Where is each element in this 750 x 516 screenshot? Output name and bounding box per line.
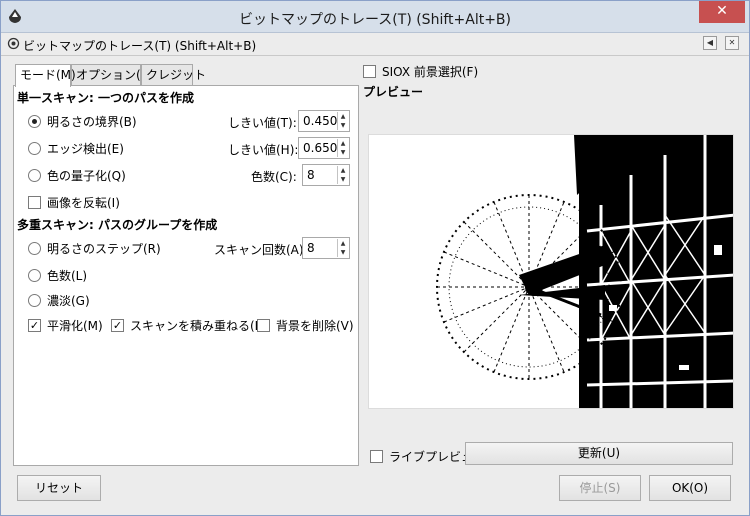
stack-checkbox[interactable]: ✓ xyxy=(111,319,124,332)
tab-mode[interactable]: モード(M) xyxy=(15,64,76,87)
invert-image-option[interactable]: 画像を反転(I) xyxy=(28,194,120,211)
stack-label: スキャンを積み重ねる(K) xyxy=(130,319,268,333)
quantize-radio[interactable] xyxy=(28,169,41,182)
spin-up-icon[interactable]: ▲ xyxy=(338,239,348,248)
preview-title: プレビュー xyxy=(363,85,424,99)
multi-scan-header: 多重スキャン: パスのグループを作成 xyxy=(17,218,218,232)
title-bar: ビットマップのトレース(T) (Shift+Alt+B) ✕ xyxy=(1,1,749,33)
stack-option[interactable]: ✓ スキャンを積み重ねる(K) xyxy=(111,317,267,334)
brightness-steps-option[interactable]: 明るさのステップ(R) xyxy=(28,240,161,257)
remove-background-option[interactable]: 背景を削除(V) xyxy=(257,317,354,334)
spin-down-icon[interactable]: ▼ xyxy=(338,248,348,257)
edge-threshold-value: 0.650 xyxy=(303,141,338,155)
live-preview-checkbox[interactable] xyxy=(370,450,383,463)
edge-threshold-spinner[interactable]: 0.650 ▲ ▼ xyxy=(298,137,350,159)
tab-credits[interactable]: クレジット xyxy=(141,64,206,86)
siox-checkbox[interactable] xyxy=(363,65,376,78)
spin-up-icon[interactable]: ▲ xyxy=(338,139,348,148)
dock-close-button[interactable]: ✕ xyxy=(725,36,739,50)
color-quantization-option[interactable]: 色の量子化(Q) xyxy=(28,167,126,184)
smooth-label: 平滑化(M) xyxy=(47,319,103,333)
spin-up-icon[interactable]: ▲ xyxy=(338,112,348,121)
colors-spinner[interactable]: 8 ▲ ▼ xyxy=(302,164,350,186)
brightness-threshold-spinner[interactable]: 0.450 ▲ ▼ xyxy=(298,110,350,132)
spin-down-icon[interactable]: ▼ xyxy=(338,148,348,157)
quantize-label: 色の量子化(Q) xyxy=(47,169,126,183)
scans-value: 8 xyxy=(307,241,315,255)
steps-label: 明るさのステップ(R) xyxy=(47,242,161,256)
brightness-radio[interactable] xyxy=(28,115,41,128)
brightness-threshold-value: 0.450 xyxy=(303,114,338,128)
dock-title: ビットマップのトレース(T) (Shift+Alt+B) xyxy=(23,39,257,53)
spin-arrows: ▲ ▼ xyxy=(337,166,348,184)
spin-down-icon[interactable]: ▼ xyxy=(338,121,348,130)
smooth-checkbox[interactable]: ✓ xyxy=(28,319,41,332)
edge-radio[interactable] xyxy=(28,142,41,155)
trace-icon xyxy=(7,37,20,50)
edge-detection-option[interactable]: エッジ検出(E) xyxy=(28,140,124,157)
dock-header: ビットマップのトレース(T) (Shift+Alt+B) ◀ ✕ xyxy=(5,34,745,54)
smooth-option[interactable]: ✓ 平滑化(M) xyxy=(28,317,103,334)
remove-bg-label: 背景を削除(V) xyxy=(276,319,354,333)
remove-bg-checkbox[interactable] xyxy=(257,319,270,332)
spin-arrows: ▲ ▼ xyxy=(337,112,348,130)
spin-arrows: ▲ ▼ xyxy=(337,239,348,257)
invert-checkbox[interactable] xyxy=(28,196,41,209)
multi-colors-option[interactable]: 色数(L) xyxy=(28,267,87,284)
preview-image xyxy=(368,134,734,409)
brightness-cutoff-option[interactable]: 明るさの境界(B) xyxy=(28,113,137,130)
brightness-label: 明るさの境界(B) xyxy=(47,115,137,129)
update-button[interactable]: 更新(U) xyxy=(465,442,733,465)
trace-bitmap-window: ビットマップのトレース(T) (Shift+Alt+B) ✕ ビットマップのトレ… xyxy=(0,0,750,516)
spin-up-icon[interactable]: ▲ xyxy=(338,166,348,175)
dock-separator xyxy=(1,55,749,56)
single-scan-header: 単一スキャン: 一つのパスを作成 xyxy=(17,91,194,105)
grays-radio[interactable] xyxy=(28,294,41,307)
window-close-button[interactable]: ✕ xyxy=(699,1,745,23)
scans-label: スキャン回数(A): xyxy=(214,243,308,257)
grays-option[interactable]: 濃淡(G) xyxy=(28,292,90,309)
tab-options[interactable]: オプション(P) xyxy=(71,64,153,86)
invert-label: 画像を反転(I) xyxy=(47,196,120,210)
siox-label: SIOX 前景選択(F) xyxy=(382,65,479,79)
colors-label: 色数(C): xyxy=(251,170,297,184)
multi-colors-radio[interactable] xyxy=(28,269,41,282)
stop-button[interactable]: 停止(S) xyxy=(559,475,641,501)
spin-arrows: ▲ ▼ xyxy=(337,139,348,157)
window-title: ビットマップのトレース(T) (Shift+Alt+B) xyxy=(239,12,511,28)
edge-label: エッジ検出(E) xyxy=(47,142,124,156)
grays-label: 濃淡(G) xyxy=(47,294,90,308)
colors-value: 8 xyxy=(307,168,315,182)
dock-collapse-button[interactable]: ◀ xyxy=(703,36,717,50)
ok-button[interactable]: OK(O) xyxy=(649,475,731,501)
edge-threshold-label: しきい値(H): xyxy=(228,143,299,157)
reset-button[interactable]: リセット xyxy=(17,475,101,501)
siox-option[interactable]: SIOX 前景選択(F) xyxy=(363,63,478,80)
spin-down-icon[interactable]: ▼ xyxy=(338,175,348,184)
brightness-threshold-label: しきい値(T): xyxy=(228,116,297,130)
scans-spinner[interactable]: 8 ▲ ▼ xyxy=(302,237,350,259)
ferris-wheel-preview-image xyxy=(369,135,733,408)
multi-colors-label: 色数(L) xyxy=(47,269,88,283)
steps-radio[interactable] xyxy=(28,242,41,255)
